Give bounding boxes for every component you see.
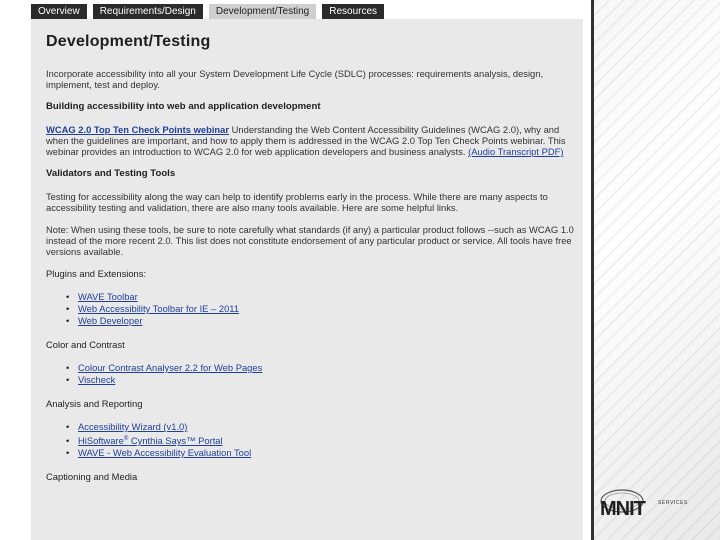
web-developer-link[interactable]: Web Developer xyxy=(78,315,142,326)
group-label-plugins: Plugins and Extensions: xyxy=(46,268,147,279)
plugins-list: WAVE Toolbar Web Accessibility Toolbar f… xyxy=(66,291,573,327)
audio-transcript-link[interactable]: (Audio Transcript PDF) xyxy=(468,146,563,157)
webinar-paragraph: WCAG 2.0 Top Ten Check Points webinar Un… xyxy=(46,124,576,157)
mnit-logo: MNIT SERVICES xyxy=(600,485,712,525)
testing-paragraph: Testing for accessibility along the way … xyxy=(46,191,548,213)
logo-services: SERVICES xyxy=(658,500,688,506)
colour-contrast-analyser-link[interactable]: Colour Contrast Analyser 2.2 for Web Pag… xyxy=(78,362,262,373)
list-item: WAVE Toolbar xyxy=(66,291,573,303)
group-label-analysis-reporting: Analysis and Reporting xyxy=(46,398,143,409)
section-heading-validators: Validators and Testing Tools xyxy=(46,168,176,179)
list-item: Vischeck xyxy=(66,374,573,386)
list-item: HiSoftware® Cynthia Says™ Portal xyxy=(66,433,573,447)
tab-resources[interactable]: Resources xyxy=(322,4,385,19)
vischeck-link[interactable]: Vischeck xyxy=(78,374,115,385)
tab-overview[interactable]: Overview xyxy=(31,4,87,19)
group-label-captioning-media: Captioning and Media xyxy=(46,471,138,483)
analysis-reporting-list: Accessibility Wizard (v1.0) HiSoftware® … xyxy=(66,421,573,459)
wave-evaluation-tool-link[interactable]: WAVE - Web Accessibility Evaluation Tool xyxy=(78,447,251,458)
list-item: Web Accessibility Toolbar for IE – 2011 xyxy=(66,303,573,315)
web-accessibility-toolbar-link[interactable]: Web Accessibility Toolbar for IE – 2011 xyxy=(78,303,239,314)
decorative-side-background xyxy=(594,0,720,540)
group-label-color-contrast: Color and Contrast xyxy=(46,339,125,350)
intro-text: Incorporate accessibility into all your … xyxy=(46,68,544,90)
list-item: Web Developer xyxy=(66,315,573,327)
logo-wordmark: MNIT xyxy=(600,498,646,520)
cynthia-says-label: Cynthia Says™ Portal xyxy=(128,435,223,447)
note-paragraph: Note: When using these tools, be sure to… xyxy=(46,224,574,257)
page-title: Development/Testing xyxy=(46,33,211,50)
color-contrast-list: Colour Contrast Analyser 2.2 for Web Pag… xyxy=(66,362,573,386)
content-panel: Development/Testing Incorporate accessib… xyxy=(31,19,583,540)
tab-requirements-design[interactable]: Requirements/Design xyxy=(92,4,203,19)
webinar-link[interactable]: WCAG 2.0 Top Ten Check Points webinar xyxy=(46,124,229,135)
hisoftware-cynthia-says-link[interactable]: HiSoftware® Cynthia Says™ Portal xyxy=(78,435,223,446)
accessibility-wizard-link[interactable]: Accessibility Wizard (v1.0) xyxy=(78,421,187,432)
list-item: WAVE - Web Accessibility Evaluation Tool xyxy=(66,447,573,459)
tab-development-testing[interactable]: Development/Testing xyxy=(208,4,317,19)
wave-toolbar-link[interactable]: WAVE Toolbar xyxy=(78,291,138,302)
hisoftware-label: HiSoftware xyxy=(78,435,124,447)
list-item: Accessibility Wizard (v1.0) xyxy=(66,421,573,433)
tab-bar: Overview Requirements/Design Development… xyxy=(31,4,591,19)
list-item: Colour Contrast Analyser 2.2 for Web Pag… xyxy=(66,362,573,374)
section-heading-building: Building accessibility into web and appl… xyxy=(46,101,321,112)
